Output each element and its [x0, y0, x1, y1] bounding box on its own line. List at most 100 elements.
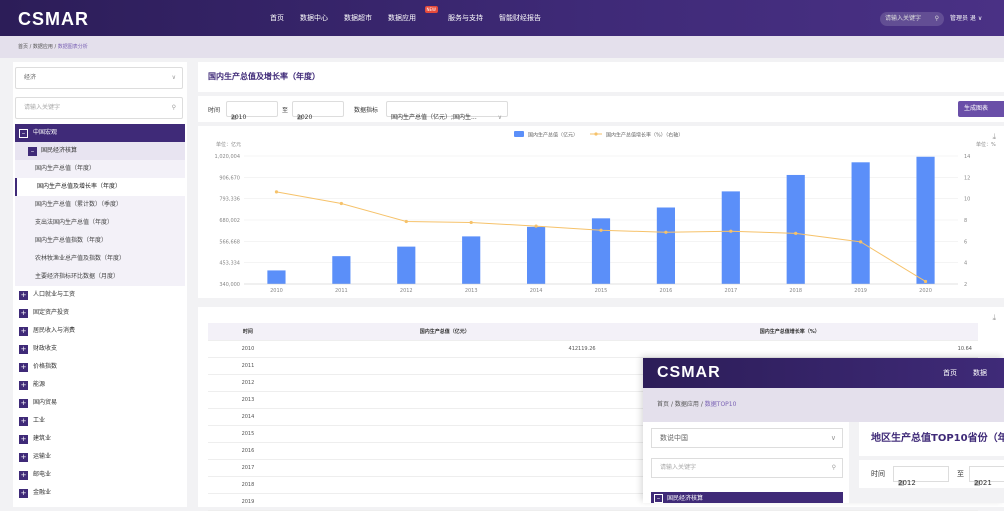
- collapse-icon[interactable]: –: [19, 129, 28, 138]
- download-icon[interactable]: ⤓: [992, 132, 996, 142]
- expand-icon[interactable]: +: [19, 417, 28, 426]
- expand-icon[interactable]: +: [19, 453, 28, 462]
- tree-item[interactable]: 主要经济指标环比数据（月度）: [15, 268, 185, 286]
- start-year-input[interactable]: ▦ 2010: [226, 101, 278, 121]
- expand-icon[interactable]: +: [19, 381, 28, 390]
- collapse-icon[interactable]: –: [28, 147, 37, 156]
- overlay-category-select[interactable]: 数说中国 ∨: [651, 428, 843, 448]
- keyword-placeholder: 请输入关键字: [24, 104, 61, 111]
- indicator-select[interactable]: 国内生产总值（亿元）;国内生... ∨: [386, 101, 508, 121]
- generate-chart-button[interactable]: 生成图表: [958, 101, 1004, 117]
- expand-icon[interactable]: +: [19, 309, 28, 318]
- x-tick-label: 2016: [660, 288, 673, 294]
- y-axis-label: 单位：亿元: [216, 141, 241, 148]
- x-tick-label: 2011: [335, 288, 348, 294]
- tree-item[interactable]: 国内生产总值（累计数）（季度）: [15, 196, 185, 214]
- search-icon[interactable]: ⚲: [832, 459, 836, 477]
- tree-item[interactable]: + 价格指数: [15, 358, 185, 376]
- crumb-current: 数据图表分析: [57, 44, 88, 50]
- indicator-value: 国内生产总值（亿元）;国内生...: [391, 114, 477, 121]
- line-point: [664, 230, 668, 234]
- overlay-crumb-home[interactable]: 首页: [657, 401, 669, 408]
- overlay-crumb-section[interactable]: 数据应用: [675, 401, 699, 408]
- x-tick-label: 2015: [595, 288, 608, 294]
- expand-icon[interactable]: +: [19, 291, 28, 300]
- overlay-brand-logo[interactable]: CSMAR: [657, 364, 721, 382]
- tree-item[interactable]: + 固定资产投资: [15, 304, 185, 322]
- search-icon[interactable]: ⚲: [172, 98, 176, 118]
- expand-icon[interactable]: +: [19, 399, 28, 408]
- bar: [332, 256, 351, 284]
- tree-item[interactable]: + 国内贸易: [15, 394, 185, 412]
- start-year-value: 2010: [231, 114, 247, 121]
- tree-item[interactable]: 国内生产总值指数（年度）: [15, 232, 185, 250]
- y-tick-label: 340,000: [219, 282, 240, 288]
- tree-item[interactable]: + 工业: [15, 412, 185, 430]
- overlay-tree-top-label: 国民经济核算: [667, 495, 704, 502]
- tree-item[interactable]: – 国民经济核算: [15, 142, 185, 160]
- y2-tick-label: 6: [964, 239, 967, 245]
- bar: [721, 191, 740, 284]
- expand-icon[interactable]: +: [19, 363, 28, 372]
- nav-data-app[interactable]: 数据应用 NEW: [388, 6, 438, 23]
- tree-item-label: 固定资产投资: [33, 309, 70, 316]
- new-badge: NEW: [424, 6, 438, 13]
- user-menu[interactable]: 管理员 退 ∨: [950, 13, 982, 22]
- table-cell: 2017: [208, 459, 288, 477]
- expand-icon[interactable]: +: [19, 345, 28, 354]
- top-nav: CSMAR 首页 数据中心 数据超市 数据应用 NEW 服务与支持 智能财经报告 …: [0, 0, 1004, 36]
- legend-line-marker: [594, 132, 598, 136]
- tree-item[interactable]: 国内生产总值（年度）: [15, 160, 185, 178]
- download-icon[interactable]: ⤓: [992, 313, 996, 323]
- nav-data-center[interactable]: 数据中心: [300, 13, 328, 23]
- overlay-tree-top[interactable]: – 国民经济核算: [651, 492, 843, 503]
- y2-tick-label: 4: [964, 261, 967, 267]
- sidebar: 经济 ∨ 请输入关键字 ⚲ – 中国宏观 – 国民经济核算 国内生产总值（年度） 国内生产总值…: [13, 62, 187, 507]
- tree-item-label: 国内贸易: [33, 399, 58, 406]
- expand-icon[interactable]: +: [19, 471, 28, 480]
- overlay-end-year-input[interactable]: ▦ 2021: [969, 466, 1004, 487]
- category-select[interactable]: 经济 ∨: [15, 67, 183, 89]
- chart-legend: 国内生产总值（亿元） 国内生产总值增长率（%）（右轴）: [514, 131, 683, 139]
- nav-home[interactable]: 首页: [270, 13, 284, 23]
- expand-icon[interactable]: +: [19, 489, 28, 498]
- overlay-keyword-input[interactable]: 请输入关键字 ⚲: [651, 458, 843, 478]
- overlay-start-year-input[interactable]: ▦ 2012: [893, 466, 949, 487]
- overlay-nav-data[interactable]: 数据: [973, 369, 987, 377]
- expand-icon[interactable]: +: [19, 327, 28, 336]
- nav-links: 首页 数据中心 数据超市 数据应用 NEW 服务与支持 智能财经报告: [270, 0, 557, 36]
- tree-item-label: 能源: [33, 381, 46, 388]
- table-cell: [287, 476, 602, 494]
- tree-item[interactable]: + 能源: [15, 376, 185, 394]
- expand-icon[interactable]: +: [19, 435, 28, 444]
- tree-item[interactable]: + 财政收支: [15, 340, 185, 358]
- tree-item[interactable]: 国内生产总值及增长率（年度）: [15, 178, 185, 196]
- tree-item[interactable]: + 运输业: [15, 448, 185, 466]
- tree-item-label: 价格指数: [33, 363, 58, 370]
- nav-data-market[interactable]: 数据超市: [344, 13, 372, 23]
- col-header-gdp: 国内生产总值（亿元）: [287, 323, 602, 341]
- tree-item[interactable]: + 居民收入与消费: [15, 322, 185, 340]
- search-icon[interactable]: ⚲: [935, 12, 939, 26]
- tree-item[interactable]: 支出法国内生产总值（年度）: [15, 214, 185, 232]
- tree-item[interactable]: + 人口就业与工资: [15, 286, 185, 304]
- bar: [851, 162, 870, 284]
- bar: [462, 236, 481, 284]
- tree-item[interactable]: + 邮电业: [15, 466, 185, 484]
- end-year-input[interactable]: ▦ 2020: [292, 101, 344, 121]
- crumb-section[interactable]: 数据应用: [33, 44, 53, 50]
- overlay-nav-home[interactable]: 首页: [943, 369, 957, 377]
- keyword-input[interactable]: 请输入关键字 ⚲: [15, 97, 183, 119]
- tree-item[interactable]: – 中国宏观: [15, 124, 185, 142]
- time-label: 时间: [208, 107, 221, 114]
- tree-item[interactable]: + 金融业: [15, 484, 185, 502]
- tree-item[interactable]: 农林牧渔业总产值及指数（年度）: [15, 250, 185, 268]
- nav-service[interactable]: 服务与支持: [448, 13, 483, 23]
- tree-item[interactable]: + 建筑业: [15, 430, 185, 448]
- nav-report[interactable]: 智能财经报告: [499, 13, 541, 23]
- crumb-home[interactable]: 首页: [18, 44, 28, 50]
- top-search-input[interactable]: 请输入关键字 ⚲: [880, 12, 944, 26]
- collapse-icon[interactable]: –: [654, 494, 663, 503]
- brand-logo[interactable]: CSMAR: [18, 9, 89, 30]
- chart-panel: 国内生产总值（亿元） 国内生产总值增长率（%）（右轴） 单位：亿元 单位：% 1,…: [198, 126, 1004, 298]
